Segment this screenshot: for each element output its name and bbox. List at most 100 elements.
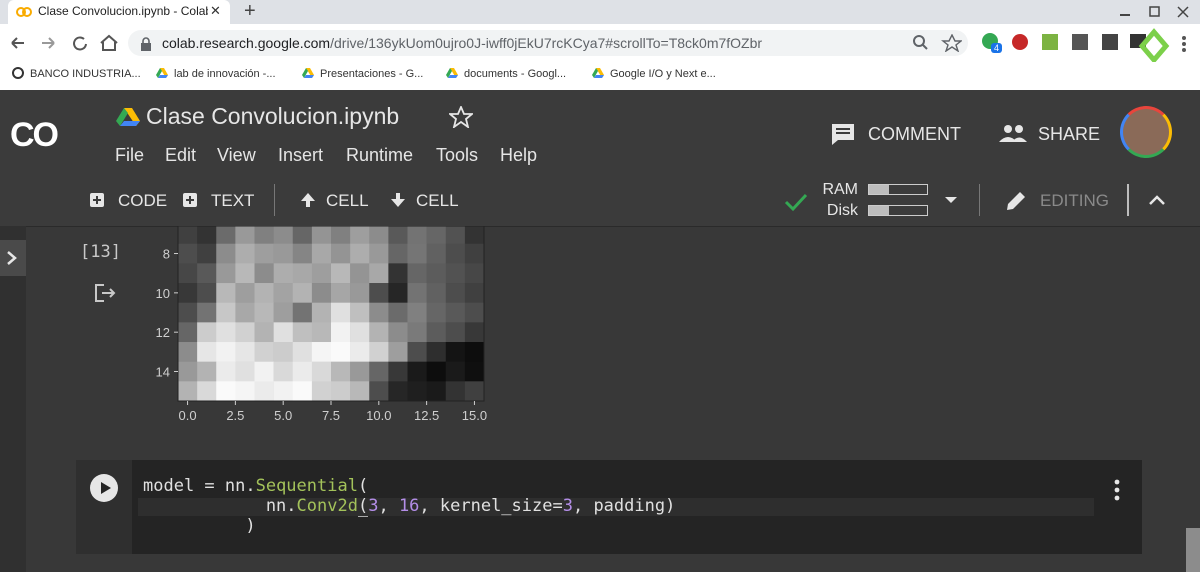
extension-doc-icon[interactable] [1072,34,1088,50]
expand-sidebar-button[interactable] [0,240,26,276]
ram-usage-bar[interactable] [868,184,928,195]
toolbar-divider [979,184,980,216]
heatmap-cell [311,302,332,323]
heatmap-cell [350,381,370,401]
heatmap-cell [464,361,484,382]
code-function: Conv2d [296,496,358,516]
menu-view[interactable]: View [217,145,256,166]
heatmap-cell [464,243,484,264]
y-tick-label: 12 [156,325,170,340]
menu-runtime[interactable]: Runtime [346,145,413,166]
run-cell-button[interactable] [90,474,118,502]
heatmap-cell [350,302,370,323]
scrollbar-thumb[interactable] [1186,528,1200,572]
bookmark-item[interactable]: Presentaciones - G... [302,67,423,80]
heatmap-cell [445,243,466,264]
heatmap-cell [292,381,313,401]
code-token: , padding) [572,496,676,516]
heatmap-cell [331,381,351,401]
code-token: , kernel_size= [419,496,563,516]
drive-favicon-icon [302,68,314,78]
colab-logo[interactable]: CO [10,116,59,155]
heatmap-cell [311,226,332,244]
add-code-label: CODE [118,191,168,210]
heatmap-cell [426,263,447,284]
url-text[interactable]: colab.research.google.com/drive/136ykUom… [162,35,762,51]
heatmap-cell [273,302,294,323]
heatmap-cell [331,283,351,303]
bookmark-item[interactable]: lab de innovación -... [156,67,276,80]
move-cell-up-button[interactable]: CELL [300,191,369,211]
browser-menu-icon[interactable] [1182,36,1190,52]
heatmap-cell [273,322,294,343]
chevron-down-icon[interactable] [944,196,958,204]
heatmap-cell [445,322,466,343]
tab-close-icon[interactable]: ✕ [210,3,221,19]
code-token: ( [357,496,369,517]
new-tab-icon[interactable]: + [244,0,256,23]
heatmap-cell [407,381,427,401]
add-icon [183,193,197,207]
output-actions-icon[interactable] [94,283,118,303]
bookmark-item[interactable]: Google I/O y Next e... [592,67,716,80]
bookmark-item[interactable]: documents - Googl... [446,67,566,80]
extension-red-icon[interactable] [1012,34,1028,50]
menu-insert[interactable]: Insert [278,145,323,166]
comment-icon [832,124,854,145]
heatmap-cell [216,302,236,323]
heatmap-cell [445,226,466,244]
extension-sheet-icon[interactable] [1042,34,1058,50]
facebook-icon[interactable] [1102,34,1118,50]
heatmap-cell [178,361,198,382]
heatmap-cell [235,361,255,382]
connected-check-icon [784,193,808,212]
heatmap-cell [178,302,198,323]
heatmap-cell [197,381,217,401]
x-tick-label: 12.5 [414,408,439,423]
menu-file[interactable]: File [115,145,144,166]
editing-mode-label[interactable]: EDITING [1040,191,1109,211]
browser-tab[interactable]: Clase Convolucion.ipynb - Colab ✕ [8,0,230,24]
heatmap-cell [178,381,198,401]
heatmap-cell [464,263,484,284]
heatmap-cell [369,322,389,343]
move-cell-down-button[interactable]: CELL [390,191,459,211]
bookmark-item[interactable]: BANCO INDUSTRIA... [12,67,141,80]
heatmap-cell [197,226,217,244]
notebook-title[interactable]: Clase Convolucion.ipynb [146,103,399,130]
menu-tools[interactable]: Tools [436,145,478,166]
heatmap-cell [350,342,370,362]
screencast-extension-icon[interactable] [1128,26,1172,64]
heatmap-cell [464,322,484,343]
back-icon [11,37,24,49]
heatmap-cell [445,342,466,362]
heatmap-cell [178,263,198,284]
heatmap-cell [254,226,274,244]
x-tick-label: 10.0 [366,408,391,423]
heatmap-cell [464,381,484,401]
add-text-button[interactable]: TEXT [183,191,254,211]
x-tick-label: 5.0 [274,408,292,423]
bookmark-label: Presentaciones - G... [320,68,424,80]
disk-usage-bar[interactable] [868,205,928,216]
code-editor[interactable]: model = nn.Sequential( nn.Conv2d(3, 16, … [143,476,675,536]
y-tick-label: 10 [156,286,170,301]
star-icon[interactable] [449,106,473,128]
heatmap-svg: 8 10 12 14 0.0 2.5 5.0 7.5 10.0 12.5 15.0 [156,225,487,423]
forward-icon [42,37,55,49]
heatmap-cell [235,342,255,362]
collapse-header-icon[interactable] [1148,194,1166,206]
comment-label: COMMENT [868,124,961,144]
heatmap-cell [216,361,236,382]
menu-help[interactable]: Help [500,145,537,166]
heatmap-cell [350,263,370,284]
avatar[interactable] [1120,106,1172,158]
heatmap-cell [216,226,236,244]
heatmap-cell [273,263,294,284]
home-icon [100,34,118,51]
add-code-button[interactable]: CODE [90,191,167,211]
cell-more-icon[interactable] [1112,478,1122,502]
menu-edit[interactable]: Edit [165,145,196,166]
tab-title: Clase Convolucion.ipynb - Colab [38,4,208,18]
heatmap-cell [254,283,274,303]
